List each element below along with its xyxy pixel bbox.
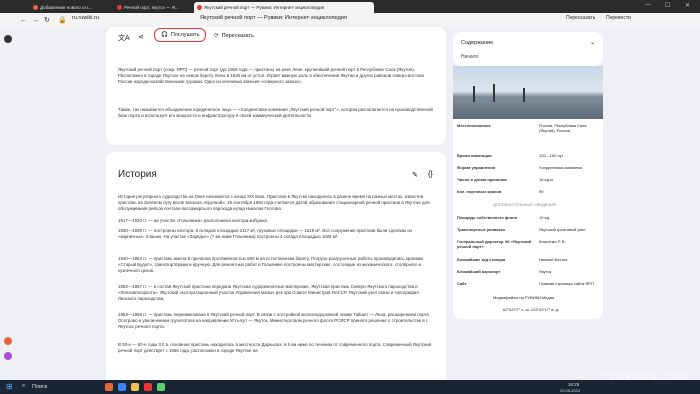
history-paragraph: История регулярного судоходства на Лене … — [118, 194, 430, 211]
taskbar-search[interactable]: Поиск — [32, 384, 47, 390]
taskbar-app-icon[interactable] — [157, 383, 165, 391]
translate-toolbar-button[interactable]: Перевести — [606, 15, 631, 21]
intro-paragraph-1: Якутский речной порт (сокр. ЯРП) — речно… — [118, 67, 424, 84]
infobox-value[interactable]: Якутск — [539, 269, 551, 274]
translate-icon[interactable]: 文A — [118, 33, 130, 43]
history-paragraph: 1953—1957 гг. — в состав Якутской приста… — [118, 284, 419, 301]
windows-start-icon[interactable]: ⊞ — [6, 382, 13, 391]
history-paragraph: 1940—1953 гг. — пристань имела 8 причало… — [118, 256, 424, 273]
history-paragraph: 1930—1939 гг. — построены контора, 5 скл… — [118, 228, 412, 239]
tab-active[interactable]: Якутский речной порт — Рувики: Интернет-… — [194, 2, 374, 13]
page-content: 文A ⋖ 🎧 Послушать ⟳ Пересказать Якутский … — [16, 27, 700, 380]
taskbar: ⊞ ⌕ Поиск 16:25 20.05.2024 — [0, 380, 700, 394]
watermark: TZOVKON.COM — [602, 372, 688, 383]
retell-icon: ⟳ — [214, 33, 219, 39]
maximize-icon[interactable]: ☐ — [665, 2, 670, 9]
taskbar-app-icon[interactable] — [105, 383, 113, 391]
clock-time: 16:25 — [568, 382, 580, 387]
sidebar-app-icon[interactable] — [4, 337, 12, 345]
address-input[interactable]: ru.ruwiki.ru — [72, 15, 99, 21]
forward-icon[interactable]: → — [32, 17, 39, 24]
infobox-key: Площадь собственного флота — [457, 215, 518, 220]
tab-2[interactable]: Речной порт, якутск — Я... — [114, 2, 190, 13]
tab-favicon — [197, 5, 202, 10]
infobox-section: ДОПОЛНИТЕЛЬНЫЕ СВЕДЕНИЯ — [493, 202, 556, 207]
listen-button[interactable]: 🎧 Послушать — [154, 28, 207, 42]
infobox-key: Кол. портовых кранов — [457, 189, 502, 194]
retell-button[interactable]: ⟳ Пересказать — [214, 33, 254, 39]
history-paragraph: 1917—1930 гг. — на участке «Гольяника» р… — [118, 218, 268, 223]
contents-title: Содержание — [461, 40, 494, 46]
infobox-value[interactable]: Нижний Бестях — [539, 257, 567, 262]
minimize-icon[interactable]: — — [645, 2, 651, 8]
share-icon[interactable]: ⋖ — [138, 33, 144, 41]
infobox-key: Форма управления — [457, 165, 496, 170]
infobox-key: Число и длина причалов — [457, 177, 507, 182]
headphones-icon: 🎧 — [161, 32, 168, 38]
coords-link[interactable]: 62°02′07″ с. ш. 129°42′17″ в. д. — [503, 307, 559, 312]
taskbar-app-icon[interactable] — [144, 383, 152, 391]
infobox-value: Якутский грантовый узел — [539, 227, 586, 232]
taskbar-app-icon[interactable] — [131, 383, 139, 391]
page-title-address: Якутский речной порт — Рувики: Интернет-… — [200, 15, 347, 21]
infobox: Местоположение Россия, Республика Саха (… — [453, 119, 603, 319]
chevron-down-icon[interactable]: ⌄ — [590, 39, 595, 46]
infobox-value[interactable]: Россия, Республика Саха (Якутия), Россия — [539, 123, 599, 133]
menu-icon[interactable] — [4, 35, 12, 43]
sidebar-app-icon[interactable] — [4, 352, 12, 360]
infobox-value: 120—150 сут — [539, 153, 564, 158]
infobox-key: Местоположение — [457, 123, 491, 128]
media-link[interactable]: Медиафайлы на РУВИКИ.Медиа — [493, 295, 554, 300]
infobox-value[interactable]: Главная страница сайта ЯРП — [539, 281, 599, 286]
infobox-value: 16 ед.м — [539, 177, 553, 182]
history-paragraph: В 50-е — 60-е годы XX в. основная приста… — [118, 342, 432, 353]
edit-icon[interactable]: ✎ — [412, 171, 418, 179]
lock-icon: 🔒 — [58, 17, 67, 24]
infobox-value[interactable]: Холдинговая компания — [539, 165, 582, 170]
back-icon[interactable]: ← — [20, 17, 27, 24]
contents-item[interactable]: Начало — [461, 54, 478, 60]
taskbar-app-icon[interactable] — [118, 383, 126, 391]
infobox-key: Сайт — [457, 281, 467, 286]
clock-date: 20.05.2024 — [560, 388, 581, 393]
browser-sidebar — [0, 27, 16, 380]
intro-paragraph-2: Также, так называется объединение юридич… — [118, 107, 433, 118]
history-paragraph: 1953—1959 гг. — пристань переименована в… — [118, 312, 429, 329]
source-icon[interactable]: {} — [428, 171, 433, 178]
infobox-value: 19 ед. — [539, 215, 551, 220]
reload-icon[interactable]: ↻ — [44, 16, 50, 24]
infobox-key: Время навигации — [457, 153, 492, 158]
history-card: История ✎ {} История регулярного судоход… — [106, 152, 446, 380]
infobox-value: 59 — [539, 189, 544, 194]
infobox-key: Генеральный директор ХК «Якутский речной… — [457, 239, 532, 249]
infobox-key: Транспортные развязки — [457, 227, 505, 232]
article-intro-card: 文A ⋖ 🎧 Послушать ⟳ Пересказать Якутский … — [106, 27, 446, 145]
tab-1[interactable]: Добавление нового отз... — [30, 2, 110, 13]
infobox-value: Власенко Р. В. — [539, 239, 566, 244]
port-photo — [453, 66, 603, 122]
history-heading: История — [118, 169, 157, 180]
retell-toolbar-button[interactable]: Пересказать — [566, 15, 595, 21]
infobox-key: Ближайшие ж/д станции — [457, 257, 506, 262]
search-icon[interactable]: ⌕ — [22, 383, 25, 390]
browser-titlebar: Добавление нового отз... Речной порт, як… — [0, 0, 700, 13]
tab-favicon — [33, 5, 38, 10]
tab-favicon — [117, 5, 122, 10]
infobox-key: Ближайший аэропорт — [457, 269, 501, 274]
close-icon[interactable]: ✕ — [685, 2, 690, 9]
contents-panel: Содержание ⌄ Начало — [453, 32, 603, 66]
